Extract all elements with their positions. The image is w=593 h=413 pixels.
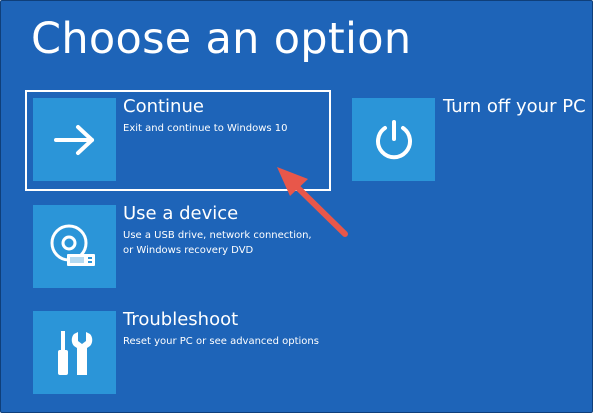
option-troubleshoot-description: Reset your PC or see advanced options [123,334,319,349]
recovery-screen: Choose an option Continue Exit and conti… [0,0,593,413]
tools-icon [57,330,92,375]
option-use-a-device-title[interactable]: Use a device [123,203,238,225]
option-use-a-device-description-line: Use a USB drive, network connection, [123,230,312,241]
option-use-a-device-description-line: or Windows recovery DVD [123,245,254,256]
arrow-right-icon [53,124,94,155]
option-troubleshoot-tile[interactable] [33,311,116,394]
option-continue-tile[interactable] [33,98,116,181]
option-troubleshoot-description-line: Reset your PC or see advanced options [123,336,319,347]
option-troubleshoot-title[interactable]: Troubleshoot [123,309,238,331]
option-use-a-device-description: Use a USB drive, network connection, or … [123,228,312,258]
option-use-a-device-tile[interactable] [33,205,116,288]
option-turn-off-tile[interactable] [352,98,435,181]
page-title: Choose an option [31,14,412,64]
power-icon [375,119,412,159]
option-continue-description-line: Exit and continue to Windows 10 [123,123,288,134]
usb-disc-device-icon [50,224,95,266]
option-continue-description: Exit and continue to Windows 10 [123,121,288,136]
option-turn-off-title[interactable]: Turn off your PC [443,96,586,118]
option-continue-title[interactable]: Continue [123,96,204,118]
